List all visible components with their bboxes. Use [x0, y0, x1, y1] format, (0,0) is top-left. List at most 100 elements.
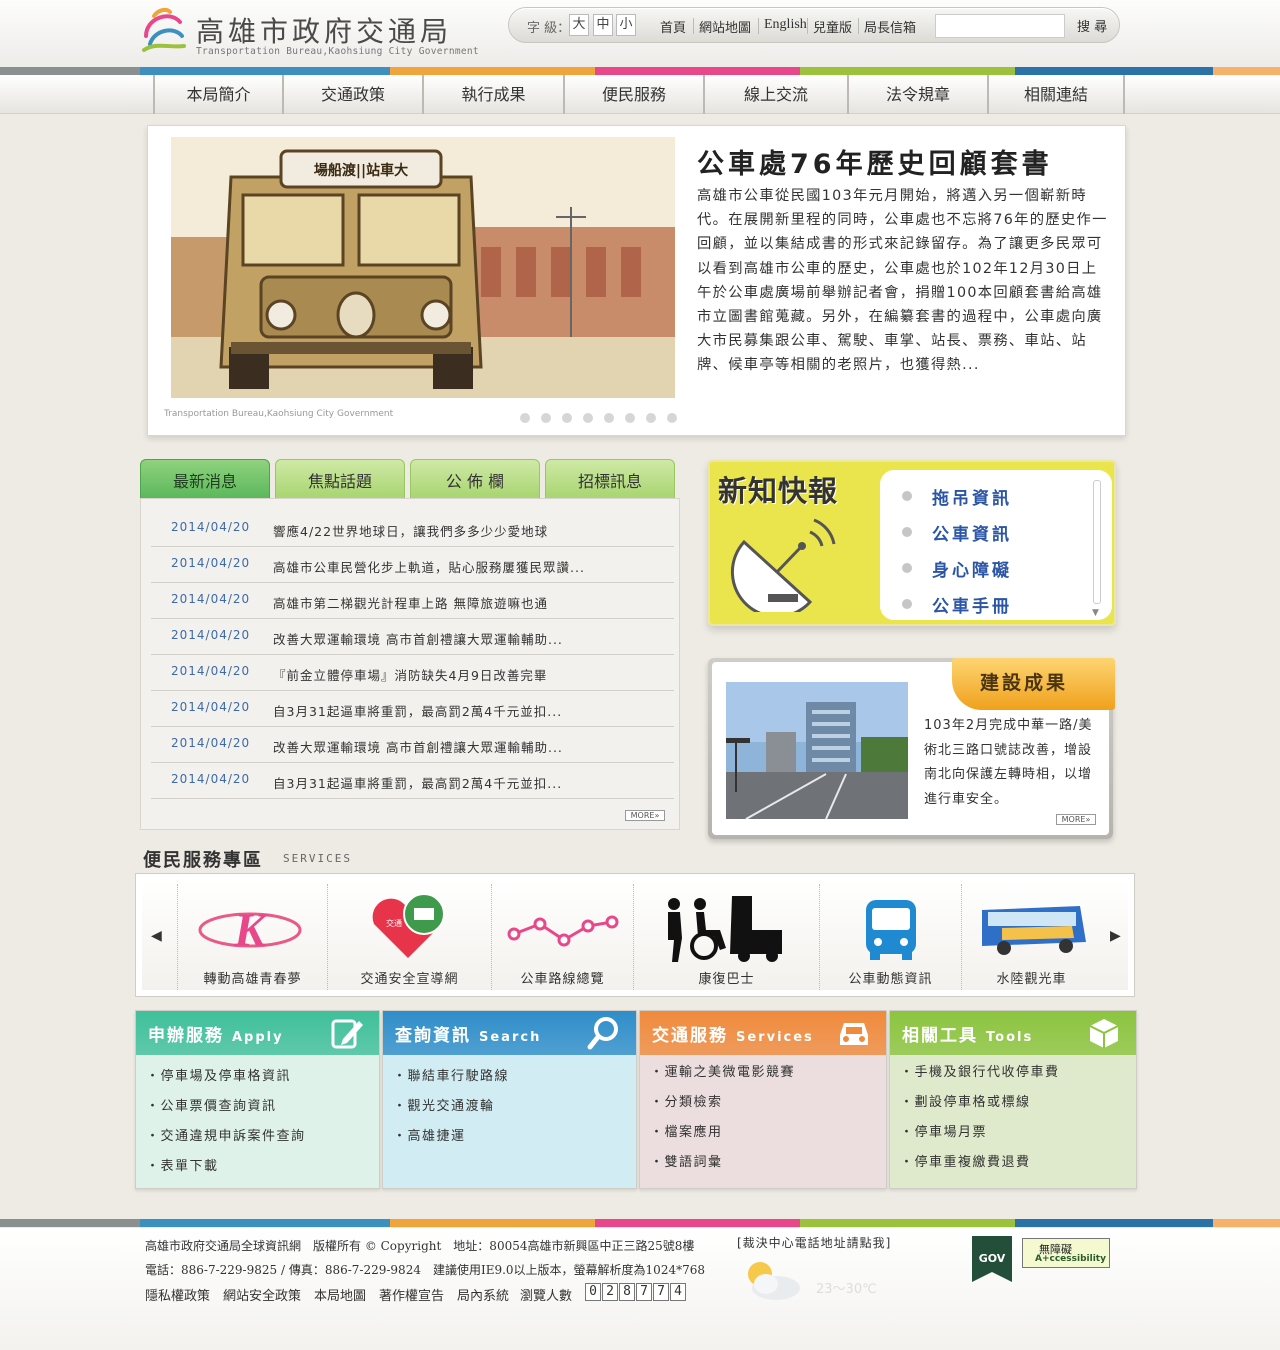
quick-item-bus[interactable]: 公車資訊	[932, 520, 1012, 545]
service-item-traffic-safety[interactable]: 交通 交通安全宣導網	[327, 884, 491, 990]
news-item[interactable]: 2014/04/20 高雄市公車民營化步上軌道，貼心服務屢獲民眾讚...	[151, 547, 674, 583]
box-link[interactable]: ・高雄捷運	[393, 1125, 509, 1155]
news-item[interactable]: 2014/04/20 『前金立體停車場』消防缺失4月9日改善完畢	[151, 655, 674, 691]
gov-badge-icon[interactable]: GOV	[970, 1236, 1014, 1282]
news-title[interactable]: 自3月31起逼車將重罰，最高罰2萬4千元並扣...	[273, 773, 562, 792]
footer-link-internal[interactable]: 局內系統	[457, 1285, 509, 1304]
box-link[interactable]: ・手機及銀行代收停車費	[900, 1061, 1060, 1091]
slide-dot[interactable]	[625, 413, 635, 423]
feature-title[interactable]: 公車處76年歷史回顧套書	[697, 142, 1053, 181]
english-link[interactable]: English	[764, 17, 807, 33]
sitemap-link[interactable]: 網站地圖	[699, 17, 751, 36]
box-link[interactable]: ・檔案應用	[650, 1121, 795, 1151]
slide-dot[interactable]	[604, 413, 614, 423]
nav-item-links[interactable]: 相關連結	[987, 75, 1123, 114]
service-item-bus-routes[interactable]: 公車路線總覽	[491, 884, 633, 990]
quick-item-disability[interactable]: 身心障礙	[932, 556, 1012, 581]
service-item-rehab-bus[interactable]: 康復巴士	[633, 884, 819, 990]
feature-bus-image[interactable]: 場船渡||站車大	[171, 137, 675, 398]
box-link[interactable]: ・交通違規申訴案件查詢	[146, 1125, 306, 1155]
box-link[interactable]: ・運輸之美微電影競賽	[650, 1061, 795, 1091]
news-item[interactable]: 2014/04/20 改善大眾運輸環境 高市首創禮讓大眾運輸輔助...	[151, 727, 674, 763]
box-link-text[interactable]: 分類檢索	[665, 1095, 723, 1110]
quick-item-bus-handbook[interactable]: 公車手冊	[932, 592, 1012, 617]
carousel-prev-icon[interactable]: ◀	[151, 928, 162, 944]
news-item[interactable]: 2014/04/20 自3月31起逼車將重罰，最高罰2萬4千元並扣...	[151, 763, 674, 799]
box-link-text[interactable]: 檔案應用	[665, 1125, 723, 1140]
director-mail-link[interactable]: 局長信箱	[864, 17, 916, 36]
news-item[interactable]: 2014/04/20 自3月31起逼車將重罰，最高罰2萬4千元並扣...	[151, 691, 674, 727]
box-link-text[interactable]: 手機及銀行代收停車費	[915, 1065, 1060, 1080]
font-size-medium-button[interactable]: 中	[593, 14, 613, 36]
kids-link[interactable]: 兒童版	[813, 17, 852, 36]
nav-item-regulations[interactable]: 法令規章	[847, 75, 987, 114]
font-size-large-button[interactable]: 大	[569, 14, 589, 36]
footer-link-map[interactable]: 本局地圖	[314, 1285, 366, 1304]
home-link[interactable]: 首頁	[660, 17, 686, 36]
quick-list-scrollbar[interactable]	[1093, 480, 1101, 604]
news-title[interactable]: 改善大眾運輸環境 高市首創禮讓大眾運輸輔助...	[273, 629, 563, 648]
box-link-text[interactable]: 運輸之美微電影競賽	[665, 1065, 796, 1080]
box-link-text[interactable]: 停車重複繳費退費	[915, 1155, 1031, 1170]
site-logo[interactable]: 高雄市政府交通局 Transportation Bureau,Kaohsiung…	[140, 6, 500, 60]
service-item-youth-dream[interactable]: K 轉動高雄青春夢	[177, 884, 327, 990]
nav-item-online[interactable]: 線上交流	[703, 75, 847, 114]
slide-dot[interactable]	[562, 413, 572, 423]
box-link-text[interactable]: 公車票價查詢資訊	[161, 1099, 277, 1114]
service-item-bus-live[interactable]: 公車動態資訊	[819, 884, 961, 990]
box-link-text[interactable]: 交通違規申訴案件查詢	[161, 1129, 306, 1144]
box-link-text[interactable]: 劃設停車格或標線	[915, 1095, 1031, 1110]
box-link[interactable]: ・聯結車行駛路線	[393, 1065, 509, 1095]
box-link-text[interactable]: 表單下載	[161, 1159, 219, 1174]
carousel-next-icon[interactable]: ▶	[1110, 928, 1121, 944]
box-link[interactable]: ・停車重複繳費退費	[900, 1151, 1060, 1181]
slide-dot[interactable]	[520, 413, 530, 423]
nav-item-about[interactable]: 本局簡介	[153, 75, 282, 114]
news-item[interactable]: 2014/04/20 改善大眾運輸環境 高市首創禮讓大眾運輸輔助...	[151, 619, 674, 655]
scroll-down-icon[interactable]: ▼	[1092, 608, 1099, 618]
search-input[interactable]	[935, 14, 1065, 38]
box-link-text[interactable]: 高雄捷運	[408, 1129, 466, 1144]
news-title[interactable]: 高雄市公車民營化步上軌道，貼心服務屢獲民眾讚...	[273, 557, 585, 576]
footer-link-security[interactable]: 網站安全政策	[223, 1285, 301, 1304]
box-link-text[interactable]: 停車場月票	[915, 1125, 988, 1140]
box-link[interactable]: ・停車場月票	[900, 1121, 1060, 1151]
news-title[interactable]: 響應4/22世界地球日，讓我們多多少少愛地球	[273, 521, 548, 540]
accessibility-badge[interactable]: 無障礙 A+ccessibility	[1022, 1238, 1110, 1268]
box-link[interactable]: ・分類檢索	[650, 1091, 795, 1121]
box-link[interactable]: ・表單下載	[146, 1155, 306, 1185]
search-button[interactable]: 搜 尋	[1077, 16, 1107, 35]
news-title[interactable]: 『前金立體停車場』消防缺失4月9日改善完畢	[273, 665, 547, 684]
tab-focus-topics[interactable]: 焦點話題	[275, 459, 405, 499]
font-size-small-button[interactable]: 小	[616, 14, 636, 36]
news-more-button[interactable]: MORE»	[625, 810, 665, 821]
news-title[interactable]: 改善大眾運輸環境 高市首創禮讓大眾運輸輔助...	[273, 737, 563, 756]
slide-dot[interactable]	[541, 413, 551, 423]
box-link-text[interactable]: 觀光交通渡輪	[408, 1099, 495, 1114]
slide-dot[interactable]	[583, 413, 593, 423]
footer-link-copyright[interactable]: 著作權宣告	[379, 1285, 444, 1304]
slide-dot[interactable]	[667, 413, 677, 423]
news-item[interactable]: 2014/04/20 高雄市第二梯觀光計程車上路 無障旅遊嘛也通	[151, 583, 674, 619]
box-link[interactable]: ・雙語詞彙	[650, 1151, 795, 1181]
nav-item-results[interactable]: 執行成果	[422, 75, 563, 114]
box-link[interactable]: ・停車場及停車格資訊	[146, 1065, 306, 1095]
box-link[interactable]: ・公車票價查詢資訊	[146, 1095, 306, 1125]
news-item[interactable]: 2014/04/20 響應4/22世界地球日，讓我們多多少少愛地球	[151, 511, 674, 547]
tab-latest-news[interactable]: 最新消息	[140, 459, 270, 499]
footer-link-privacy[interactable]: 隱私權政策	[145, 1285, 210, 1304]
nav-item-services[interactable]: 便民服務	[563, 75, 703, 114]
box-link[interactable]: ・觀光交通渡輪	[393, 1095, 509, 1125]
box-link-text[interactable]: 停車場及停車格資訊	[161, 1069, 292, 1084]
service-item-amphibious-bus[interactable]: 水陸觀光車	[961, 884, 1101, 990]
box-link-text[interactable]: 雙語詞彙	[665, 1155, 723, 1170]
tab-tenders[interactable]: 招標訊息	[545, 459, 675, 499]
ruling-center-link[interactable]: [裁決中心電話地址請點我]	[737, 1234, 891, 1251]
tab-bulletin[interactable]: 公 佈 欄	[410, 459, 540, 499]
quick-item-towing[interactable]: 拖吊資訊	[932, 484, 1012, 509]
news-title[interactable]: 自3月31起逼車將重罰，最高罰2萬4千元並扣...	[273, 701, 562, 720]
nav-item-policy[interactable]: 交通政策	[282, 75, 422, 114]
construction-more-button[interactable]: MORE»	[1056, 814, 1096, 825]
news-title[interactable]: 高雄市第二梯觀光計程車上路 無障旅遊嘛也通	[273, 593, 548, 612]
construction-photo[interactable]	[726, 682, 908, 819]
